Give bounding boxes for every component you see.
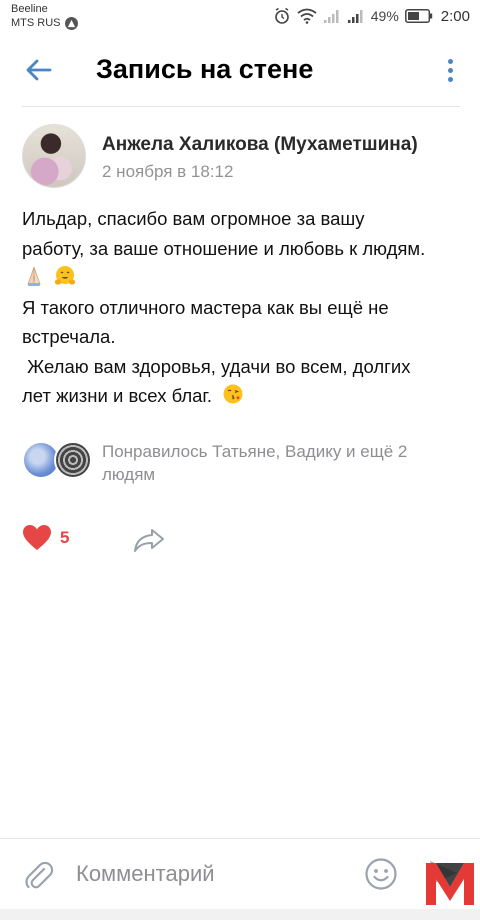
alarm-icon [273, 7, 291, 25]
emoji-button[interactable] [364, 857, 398, 891]
likes-text[interactable]: Понравилось Татьяне, Вадику и ещё 2 людя… [102, 440, 452, 486]
likes-row[interactable]: Понравилось Татьяне, Вадику и ещё 2 людя… [22, 438, 462, 488]
clock: 2:00 [440, 7, 470, 25]
logo-watermark [426, 863, 474, 905]
signal-1-icon [323, 8, 341, 24]
post-line: работу, за ваше отношение и любовь к люд… [22, 237, 426, 259]
header-divider [22, 106, 460, 107]
post-emoji-line [22, 263, 468, 293]
share-button[interactable] [132, 524, 166, 556]
comment-input[interactable] [76, 859, 346, 889]
share-icon [134, 529, 164, 552]
like-button[interactable]: 5 [22, 524, 69, 551]
battery-percent: 49% [370, 8, 399, 24]
folded-hands-emoji [27, 266, 41, 286]
more-options-button[interactable] [440, 54, 460, 86]
back-button[interactable] [22, 54, 54, 86]
vpn-icon [64, 16, 78, 30]
battery-icon [404, 9, 433, 23]
status-icons: 49% 2:00 [273, 6, 470, 26]
liker-avatar[interactable] [54, 441, 92, 479]
status-bar: Beeline MTS RUS 49% 2:00 [0, 0, 480, 36]
post-line: встречала. [22, 326, 116, 347]
hugging-face-emoji [54, 266, 76, 285]
post-actions: 5 [22, 522, 222, 558]
post-line: Я такого отличного мастера как вы ещё не [22, 296, 389, 318]
post-author: Анжела Халикова (Мухаметшина) 2 ноября в… [22, 124, 462, 190]
wifi-icon [297, 8, 317, 24]
post-line: Желаю вам здоровья, удачи во всем, долги… [22, 355, 411, 377]
carrier-info: Beeline MTS RUS [11, 2, 78, 30]
smiley-icon [365, 858, 397, 890]
attach-button[interactable] [22, 857, 54, 893]
post-line: Ильдар, спасибо вам огромное за вашу [22, 208, 365, 229]
signal-2-icon [347, 8, 365, 24]
post-line: лет жизни и всех благ. [22, 385, 213, 406]
bottom-strip [0, 909, 480, 920]
face-blowing-kiss-emoji [223, 384, 243, 404]
post-last-line: лет жизни и всех благ. [22, 381, 468, 411]
page-title: Запись на стене [96, 54, 314, 84]
post-date[interactable]: 2 ноября в 18:12 [102, 162, 233, 182]
comment-bar [0, 839, 480, 909]
paperclip-icon [25, 861, 53, 889]
app-header: Запись на стене [0, 36, 480, 106]
arrow-left-icon [26, 59, 52, 81]
post-text: Ильдар, спасибо вам огромное за вашу раб… [22, 204, 468, 411]
author-name[interactable]: Анжела Халикова (Мухаметшина) [102, 134, 418, 156]
carrier-2: MTS RUS [11, 17, 61, 29]
carrier-1: Beeline [11, 3, 48, 15]
author-avatar[interactable] [22, 124, 86, 188]
heart-icon [23, 525, 51, 550]
vertical-dots-icon [447, 58, 453, 64]
like-count: 5 [60, 527, 70, 547]
